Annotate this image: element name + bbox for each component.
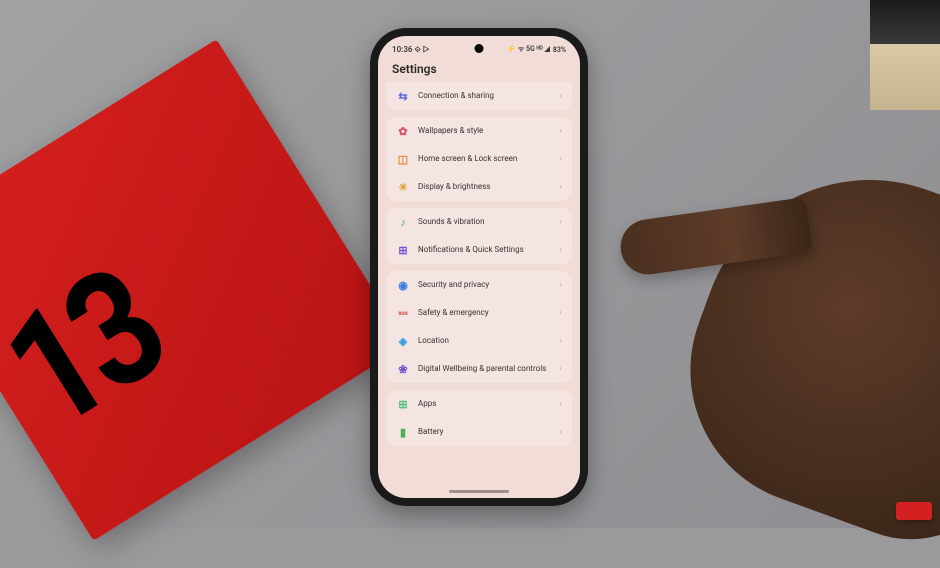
settings-row-label: Sounds & vibration — [418, 217, 559, 227]
status-left-icons: ⟐ ▷ — [414, 45, 429, 54]
settings-row-label: Battery — [418, 427, 559, 437]
settings-row-label: Notifications & Quick Settings — [418, 245, 559, 255]
settings-group: ⊞Apps›▮Battery› — [386, 390, 572, 446]
wellbeing-icon: ❀ — [396, 362, 410, 376]
settings-row-home-lock[interactable]: ◫ Home screen & Lock screen› — [386, 145, 572, 173]
chevron-right-icon: › — [559, 280, 562, 290]
channel-logo — [896, 502, 932, 520]
settings-row-label: Security and privacy — [418, 280, 559, 290]
chevron-right-icon: › — [559, 308, 562, 318]
settings-row-security[interactable]: ◉ Security and privacy› — [386, 271, 572, 299]
settings-row-label: Display & brightness — [418, 182, 559, 192]
status-battery-text: 83% — [553, 46, 566, 54]
chevron-right-icon: › — [559, 126, 562, 136]
status-left: 10:36 ⟐ ▷ — [392, 45, 430, 55]
wallpaper-icon: ✿ — [396, 124, 410, 138]
settings-row-label: Location — [418, 336, 559, 346]
settings-row-label: Safety & emergency — [418, 308, 559, 318]
settings-row-wellbeing[interactable]: ❀ Digital Wellbeing & parental controls› — [386, 355, 572, 383]
settings-group: ✿Wallpapers & style›◫Home screen & Lock … — [386, 117, 572, 201]
status-time: 10:36 — [392, 45, 412, 54]
status-signal-icons: ⚡ ᯤ 5G ᴴᴰ ◢ — [507, 45, 549, 54]
chevron-right-icon: › — [559, 217, 562, 227]
phone-screen: 10:36 ⟐ ▷ ⚡ ᯤ 5G ᴴᴰ ◢ 83% Settings ⇆ Conn… — [378, 36, 580, 498]
settings-row-wallpaper[interactable]: ✿ Wallpapers & style› — [386, 117, 572, 145]
connection-icon: ⇆ — [396, 89, 410, 103]
settings-row-apps[interactable]: ⊞ Apps› — [386, 390, 572, 418]
notifications-icon: ⊞ — [396, 243, 410, 257]
location-icon: ◈ — [396, 334, 410, 348]
settings-row-label: Apps — [418, 399, 559, 409]
security-icon: ◉ — [396, 278, 410, 292]
chevron-right-icon: › — [559, 91, 562, 101]
apps-icon: ⊞ — [396, 397, 410, 411]
chevron-right-icon: › — [559, 245, 562, 255]
settings-row-battery[interactable]: ▮ Battery› — [386, 418, 572, 446]
settings-row-label: Home screen & Lock screen — [418, 154, 559, 164]
chevron-right-icon: › — [559, 336, 562, 346]
phone-frame: 10:36 ⟐ ▷ ⚡ ᯤ 5G ᴴᴰ ◢ 83% Settings ⇆ Conn… — [370, 28, 588, 506]
display-icon: ☀ — [396, 180, 410, 194]
settings-row-connection[interactable]: ⇆ Connection & sharing› — [386, 82, 572, 110]
settings-group: ⇆ Connection & sharing› — [386, 82, 572, 110]
settings-row-display[interactable]: ☀ Display & brightness› — [386, 173, 572, 201]
camera-hole — [475, 44, 484, 53]
settings-row-label: Wallpapers & style — [418, 126, 559, 136]
settings-list[interactable]: ⇆Connection & sharing›✿Wallpapers & styl… — [378, 82, 580, 453]
chevron-right-icon: › — [559, 154, 562, 164]
settings-row-sounds[interactable]: ♪ Sounds & vibration› — [386, 208, 572, 236]
sounds-icon: ♪ — [396, 215, 410, 229]
settings-row-label: Digital Wellbeing & parental controls — [418, 364, 559, 374]
chevron-right-icon: › — [559, 427, 562, 437]
settings-row-label: Connection & sharing — [418, 91, 559, 101]
home-indicator[interactable] — [449, 490, 509, 493]
settings-row-location[interactable]: ◈ Location› — [386, 327, 572, 355]
settings-row-safety[interactable]: sos Safety & emergency› — [386, 299, 572, 327]
chevron-right-icon: › — [559, 399, 562, 409]
corner-object — [870, 0, 940, 110]
chevron-right-icon: › — [559, 182, 562, 192]
settings-group: ◉Security and privacy›sosSafety & emerge… — [386, 271, 572, 383]
page-title: Settings — [378, 58, 580, 82]
safety-icon: sos — [396, 306, 410, 320]
chevron-right-icon: › — [559, 364, 562, 374]
status-right: ⚡ ᯤ 5G ᴴᴰ ◢ 83% — [507, 45, 566, 54]
settings-group: ♪Sounds & vibration›⊞Notifications & Qui… — [386, 208, 572, 264]
product-box-number: 13 — [0, 235, 192, 467]
settings-row-notifications[interactable]: ⊞ Notifications & Quick Settings› — [386, 236, 572, 264]
home-lock-icon: ◫ — [396, 152, 410, 166]
battery-icon: ▮ — [396, 425, 410, 439]
